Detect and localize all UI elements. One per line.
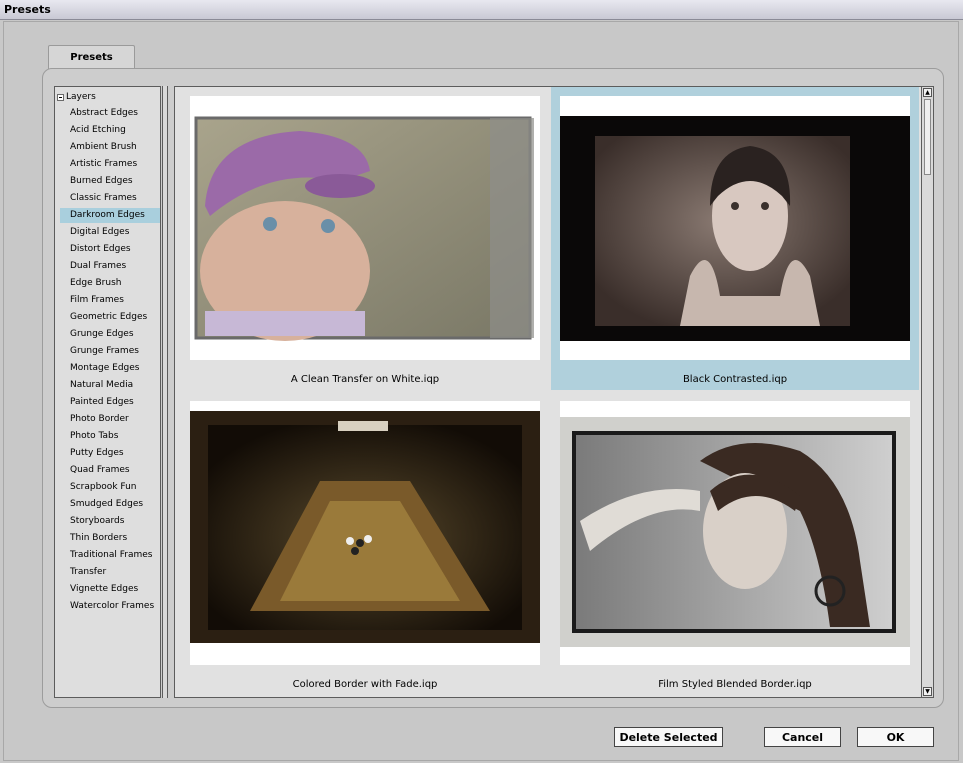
scroll-down-arrow-icon[interactable]: ▼ [923, 687, 932, 696]
delete-selected-button[interactable]: Delete Selected [614, 727, 723, 747]
preset-image-film-styled [560, 417, 910, 647]
tree-item[interactable]: Photo Tabs [60, 429, 160, 444]
tree-item[interactable]: Grunge Frames [60, 344, 160, 359]
preset-caption: A Clean Transfer on White.iqp [290, 374, 440, 385]
preset-cell-2[interactable]: Colored Border with Fade.iqp [181, 392, 549, 697]
preset-cell-3[interactable]: Film Styled Blended Border.iqp [551, 392, 919, 697]
tree-item[interactable]: Burned Edges [60, 174, 160, 189]
category-tree[interactable]: Layers Abstract Edges Acid Etching Ambient… [54, 86, 161, 698]
ok-button[interactable]: OK [857, 727, 934, 747]
preset-caption: Film Styled Blended Border.iqp [658, 679, 812, 690]
preset-thumbnail[interactable] [560, 96, 910, 360]
tree-item[interactable]: Montage Edges [60, 361, 160, 376]
scroll-up-arrow-icon[interactable]: ▲ [923, 88, 932, 97]
tree-item[interactable]: Acid Etching [60, 123, 160, 138]
tab-presets[interactable]: Presets [48, 45, 135, 69]
preset-caption: Colored Border with Fade.iqp [292, 679, 438, 690]
preset-thumbnail[interactable] [560, 401, 910, 665]
tree-item[interactable]: Quad Frames [60, 463, 160, 478]
scroll-thumb[interactable] [924, 99, 931, 175]
tree-item[interactable]: Artistic Frames [60, 157, 160, 172]
cancel-button[interactable]: Cancel [764, 727, 841, 747]
tree-item[interactable]: Edge Brush [60, 276, 160, 291]
tree-item[interactable]: Smudged Edges [60, 497, 160, 512]
tree-item[interactable]: Painted Edges [60, 395, 160, 410]
collapse-icon[interactable] [57, 93, 64, 101]
tree-item[interactable]: Natural Media [60, 378, 160, 393]
preset-caption: Black Contrasted.iqp [682, 374, 788, 385]
preset-image-clean-transfer [194, 116, 534, 341]
tree-item[interactable]: Traditional Frames [60, 548, 160, 563]
preset-thumbnail-grid[interactable]: A Clean Transfer on White.iqp Black Cont… [174, 86, 922, 698]
tree-item[interactable]: Putty Edges [60, 446, 160, 461]
preset-thumbnail[interactable] [190, 96, 540, 360]
tree-item[interactable]: Grunge Edges [60, 327, 160, 342]
tree-item[interactable]: Thin Borders [60, 531, 160, 546]
tree-splitter[interactable] [162, 86, 168, 698]
tree-item[interactable]: Watercolor Frames [60, 599, 160, 614]
tree-item[interactable]: Dual Frames [60, 259, 160, 274]
tree-item[interactable]: Classic Frames [60, 191, 160, 206]
tree-item[interactable]: Distort Edges [60, 242, 160, 257]
tree-item[interactable]: Ambient Brush [60, 140, 160, 155]
tree-item[interactable]: Geometric Edges [60, 310, 160, 325]
tree-item[interactable]: Vignette Edges [60, 582, 160, 597]
tree-item[interactable]: Film Frames [60, 293, 160, 308]
preset-thumbnail[interactable] [190, 401, 540, 665]
tree-item[interactable]: Scrapbook Fun [60, 480, 160, 495]
tree-item[interactable]: Digital Edges [60, 225, 160, 240]
tree-item[interactable]: Photo Border [60, 412, 160, 427]
window-title: Presets [4, 3, 51, 16]
tree-root-layers[interactable]: Layers [57, 91, 96, 103]
preset-cell-0[interactable]: A Clean Transfer on White.iqp [181, 87, 549, 390]
tree-item[interactable]: Darkroom Edges [60, 208, 160, 223]
tree-item[interactable]: Transfer [60, 565, 160, 580]
tree-root-label: Layers [66, 92, 96, 102]
preset-cell-1[interactable]: Black Contrasted.iqp [551, 87, 919, 390]
preset-image-black-contrasted [560, 116, 910, 341]
preset-image-colored-border [190, 411, 540, 643]
title-bar: Presets [0, 0, 963, 20]
grid-scrollbar[interactable]: ▲ ▼ [922, 86, 934, 698]
tree-item[interactable]: Storyboards [60, 514, 160, 529]
tree-item[interactable]: Abstract Edges [60, 106, 160, 121]
